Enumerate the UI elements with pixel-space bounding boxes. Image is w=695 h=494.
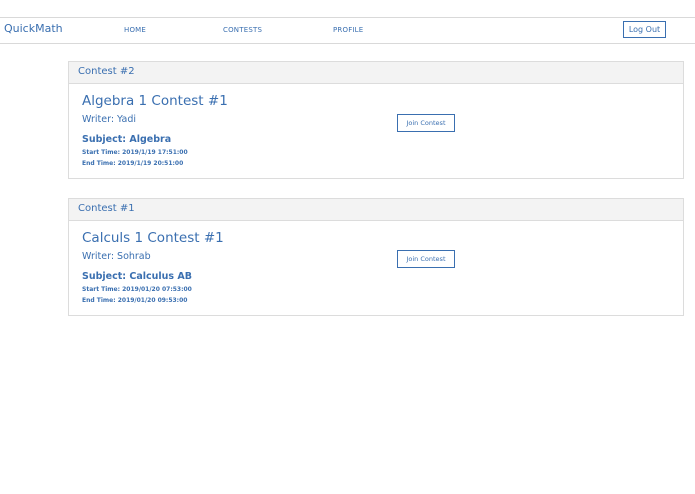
join-contest-button[interactable]: Join Contest bbox=[397, 250, 455, 268]
contest-card: Contest #1 Calculs 1 Contest #1 Writer: … bbox=[68, 198, 684, 316]
contest-start-time: Start Time: 2019/1/19 17:51:00 bbox=[82, 149, 188, 156]
contest-number: Contest #2 bbox=[78, 66, 135, 77]
contest-writer: Writer: Yadi bbox=[82, 114, 137, 125]
nav-link-home[interactable]: HOME bbox=[124, 26, 146, 34]
contest-card-header: Contest #1 bbox=[69, 199, 683, 221]
contest-start-time: Start Time: 2019/01/20 07:53:00 bbox=[82, 286, 192, 293]
join-contest-button[interactable]: Join Contest bbox=[397, 114, 455, 132]
contest-title: Calculs 1 Contest #1 bbox=[82, 230, 224, 246]
contest-title: Algebra 1 Contest #1 bbox=[82, 93, 228, 109]
top-navbar: QuickMath HOME CONTESTS PROFILE Log Out bbox=[0, 17, 695, 44]
contest-card-header: Contest #2 bbox=[69, 62, 683, 84]
contest-number: Contest #1 bbox=[78, 203, 135, 214]
contest-subject: Subject: Algebra bbox=[82, 134, 172, 145]
nav-link-contests[interactable]: CONTESTS bbox=[223, 26, 262, 34]
contest-end-time: End Time: 2019/1/19 20:51:00 bbox=[82, 160, 184, 167]
brand-logo[interactable]: QuickMath bbox=[4, 22, 63, 35]
nav-link-profile[interactable]: PROFILE bbox=[333, 26, 363, 34]
contest-writer: Writer: Sohrab bbox=[82, 251, 151, 262]
contest-card: Contest #2 Algebra 1 Contest #1 Writer: … bbox=[68, 61, 684, 179]
contest-subject: Subject: Calculus AB bbox=[82, 271, 192, 282]
contest-end-time: End Time: 2019/01/20 09:53:00 bbox=[82, 297, 188, 304]
logout-button[interactable]: Log Out bbox=[623, 21, 666, 38]
